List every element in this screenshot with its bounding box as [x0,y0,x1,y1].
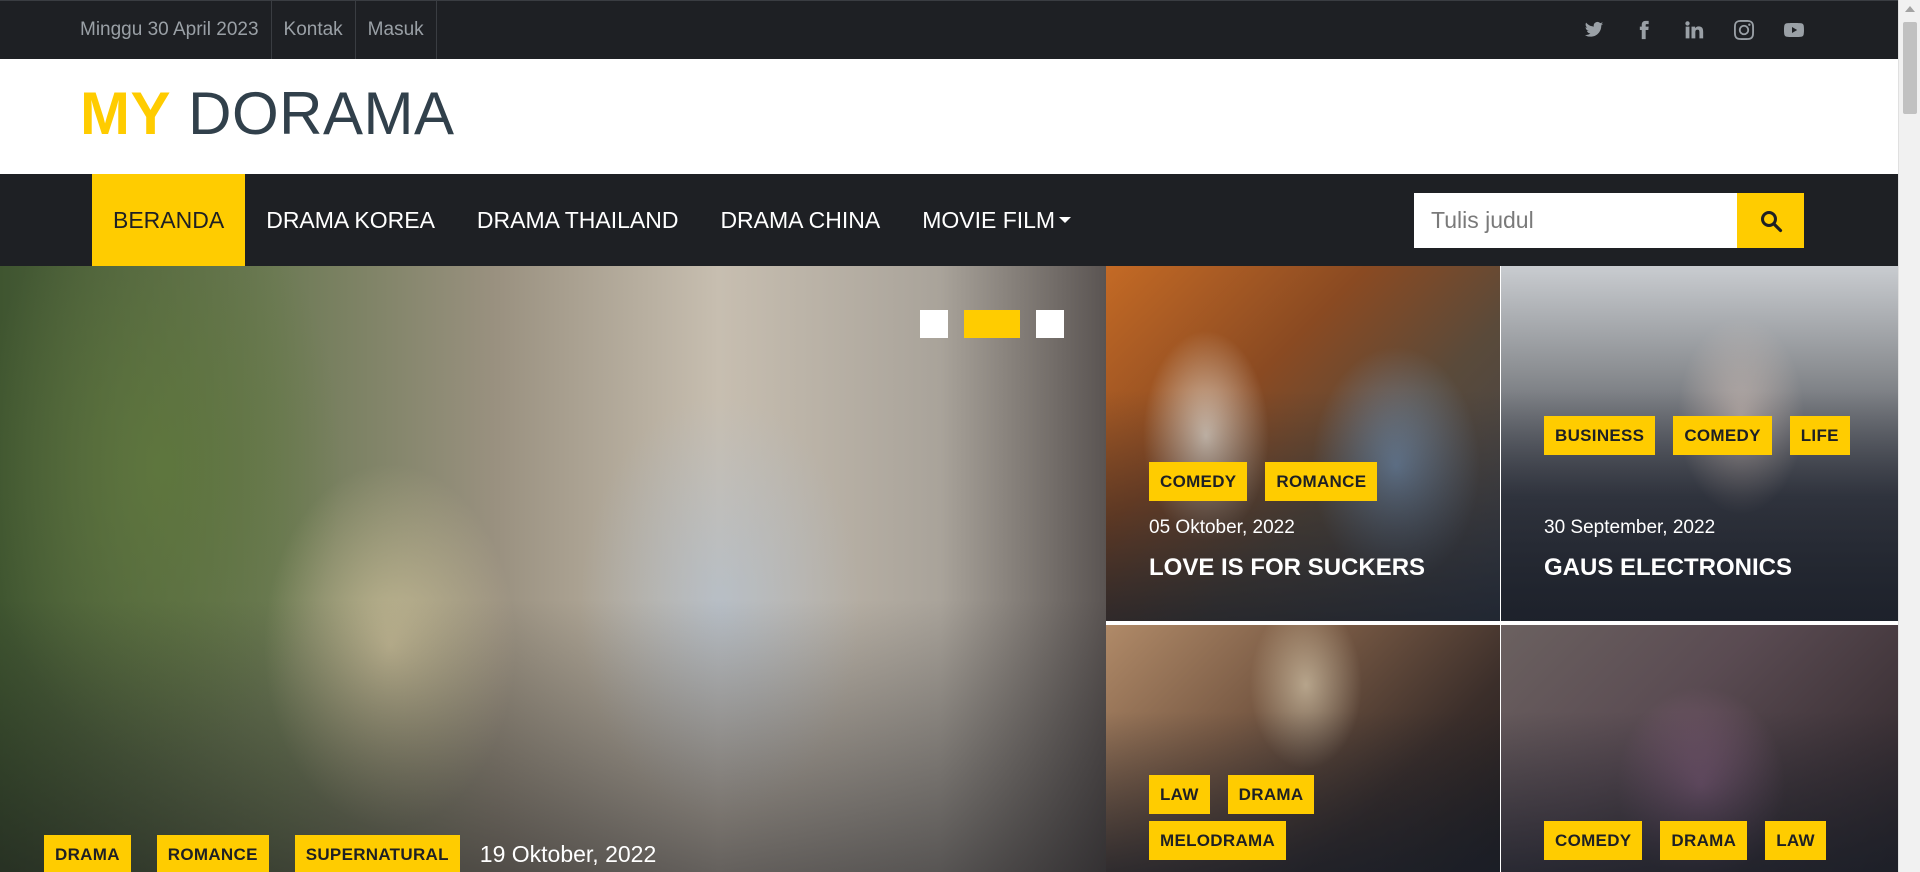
tag-business[interactable]: BUSINESS [1544,416,1656,455]
contact-link[interactable]: Kontak [272,1,356,59]
tag-comedy[interactable]: COMEDY [1544,821,1643,860]
post-card[interactable]: BUSINESS COMEDY LIFE 30 September, 2022 … [1501,266,1898,621]
tag-melodrama[interactable]: MELODRAMA [1149,821,1287,860]
tag-law[interactable]: LAW [1765,821,1826,860]
hero-overlay [0,266,1106,872]
slider-indicators [920,310,1064,338]
tag-comedy[interactable]: COMEDY [1673,416,1772,455]
nav-item-drama-thailand[interactable]: DRAMA THAILAND [456,174,700,266]
nav-item-drama-china[interactable]: DRAMA CHINA [699,174,901,266]
slider-dot[interactable] [1036,310,1064,338]
tag-drama[interactable]: DRAMA [1660,821,1748,860]
post-card[interactable]: COMEDY DRAMA LAW [1501,625,1898,872]
hero-slider[interactable]: DRAMA ROMANCE SUPERNATURAL 19 Oktober, 2… [0,266,1106,872]
tag-romance[interactable]: ROMANCE [1265,462,1378,501]
tag-supernatural[interactable]: SUPERNATURAL [294,835,460,872]
tag-law[interactable]: LAW [1149,775,1210,814]
tag-romance[interactable]: ROMANCE [156,835,269,872]
scroll-up-icon[interactable] [1905,6,1915,12]
tag-drama[interactable]: DRAMA [1227,775,1315,814]
card-title[interactable]: LOVE IS FOR SUCKERS [1149,554,1425,582]
tag-comedy[interactable]: COMEDY [1149,462,1248,501]
tag-drama[interactable]: DRAMA [44,835,131,872]
caret-down-icon [1059,217,1072,224]
main-navigation: BERANDA DRAMA KOREA DRAMA THAILAND DRAMA… [0,174,1898,266]
slider-dot[interactable] [920,310,948,338]
logo-dorama: DORAMA [188,80,455,147]
card-tags: BUSINESS COMEDY LIFE [1544,416,1864,455]
search-input[interactable] [1414,193,1737,248]
card-tags: LAW DRAMA MELODRAMA [1149,775,1469,860]
page-scrollbar[interactable] [1898,0,1920,872]
facebook-icon[interactable] [1630,16,1658,44]
linkedin-icon[interactable] [1680,16,1708,44]
scroll-thumb[interactable] [1903,22,1917,114]
current-date: Minggu 30 April 2023 [70,1,272,59]
card-title[interactable]: GAUS ELECTRONICS [1544,554,1792,582]
nav-item-beranda[interactable]: BERANDA [92,174,246,266]
tag-life[interactable]: LIFE [1789,416,1850,455]
social-links [1580,1,1808,59]
top-bar-links: Minggu 30 April 2023 Kontak Masuk [70,1,437,59]
hero-date: 19 Oktober, 2022 [479,841,657,867]
card-tags: COMEDY ROMANCE [1149,462,1469,501]
search-form [1414,193,1804,248]
logo-my: MY [80,80,171,147]
nav-item-drama-korea[interactable]: DRAMA KOREA [245,174,456,266]
nav-item-movie-film-label: MOVIE FILM [922,207,1056,233]
nav-item-movie-film[interactable]: MOVIE FILM [901,174,1092,266]
hero-tags: DRAMA ROMANCE SUPERNATURAL 19 Oktober, 2… [44,835,656,872]
post-card[interactable]: COMEDY ROMANCE 05 Oktober, 2022 LOVE IS … [1106,266,1500,621]
card-tags: COMEDY DRAMA LAW [1544,821,1864,860]
youtube-icon[interactable] [1780,16,1808,44]
card-date: 30 September, 2022 [1544,517,1716,538]
twitter-icon[interactable] [1580,16,1608,44]
search-icon [1760,210,1782,232]
site-header: MY DORAMA [0,59,1898,174]
top-bar: Minggu 30 April 2023 Kontak Masuk [0,0,1898,59]
post-card[interactable]: LAW DRAMA MELODRAMA [1106,625,1500,872]
site-logo[interactable]: MY DORAMA [80,79,455,148]
card-date: 05 Oktober, 2022 [1149,517,1295,538]
login-link[interactable]: Masuk [356,1,437,59]
search-button[interactable] [1737,193,1804,248]
nav-menu: BERANDA DRAMA KOREA DRAMA THAILAND DRAMA… [92,174,1092,266]
instagram-icon[interactable] [1730,16,1758,44]
slider-dot-active[interactable] [964,310,1020,338]
